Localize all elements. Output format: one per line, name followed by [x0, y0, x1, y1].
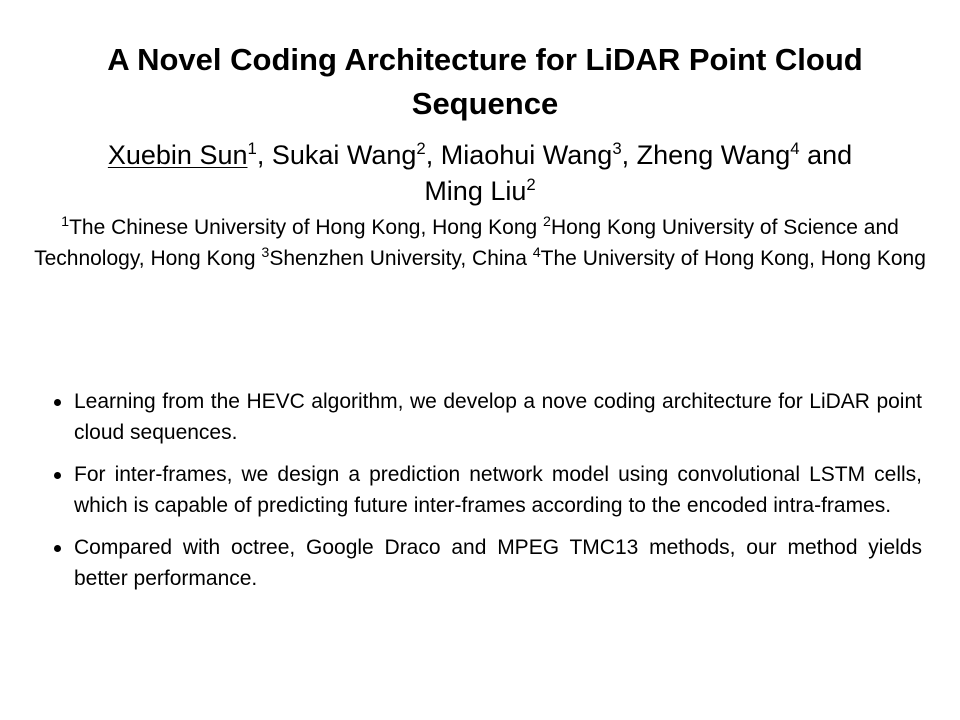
affiliation-mark: 1	[61, 214, 70, 230]
bullet-dot-icon	[54, 472, 61, 479]
bullet-text: For inter-frames, we design a prediction…	[74, 463, 922, 517]
bullet-item: Learning from the HEVC algorithm, we dev…	[48, 386, 922, 448]
bullet-item: Compared with octree, Google Draco and M…	[48, 532, 922, 594]
author-affiliation-mark: 4	[790, 139, 800, 158]
bullet-item: For inter-frames, we design a prediction…	[48, 459, 922, 521]
author-affiliation-mark: 2	[416, 139, 426, 158]
author-separator: and	[799, 140, 853, 170]
affiliation-mark: 4	[532, 245, 541, 261]
author-list: Xuebin Sun1, Sukai Wang2, Miaohui Wang3,…	[20, 137, 940, 209]
bullet-list: Learning from the HEVC algorithm, we dev…	[48, 386, 922, 605]
author: Ming Liu2	[424, 176, 535, 206]
affiliation-mark: 2	[543, 214, 551, 230]
bullet-text: Learning from the HEVC algorithm, we dev…	[74, 390, 922, 444]
page-title: A Novel Coding Architecture for LiDAR Po…	[107, 42, 863, 121]
author: Sukai Wang2	[272, 140, 426, 170]
affiliation-text: Shenzhen University, China	[269, 247, 533, 270]
author-name: Sukai Wang	[271, 140, 417, 170]
author-name: Miaohui Wang	[440, 140, 613, 170]
affiliation-text: The Chinese University of Hong Kong, Hon…	[69, 216, 544, 239]
author-separator: ,	[425, 140, 441, 170]
affiliation: 4The University of Hong Kong, Hong Kong	[532, 245, 926, 270]
affiliation-text: The University of Hong Kong, Hong Kong	[540, 247, 926, 270]
affiliation-list: 1The Chinese University of Hong Kong, Ho…	[14, 212, 946, 274]
affiliation: 3Shenzhen University, China	[261, 246, 533, 270]
author: Zheng Wang4	[637, 140, 800, 170]
author: Xuebin Sun1	[108, 140, 257, 170]
affiliation: 1The Chinese University of Hong Kong, Ho…	[61, 214, 544, 239]
bullet-text: Compared with octree, Google Draco and M…	[74, 536, 922, 590]
bullet-dot-icon	[54, 399, 61, 406]
bullet-dot-icon	[54, 545, 61, 552]
author-name: Xuebin Sun	[107, 140, 248, 170]
author-name: Ming Liu	[424, 176, 527, 206]
author-affiliation-mark: 3	[612, 139, 622, 158]
author-affiliation-mark: 1	[247, 139, 257, 158]
author-name: Zheng Wang	[636, 140, 791, 170]
author-separator: ,	[256, 140, 272, 170]
author: Miaohui Wang3	[441, 140, 622, 170]
author-affiliation-mark: 2	[526, 175, 536, 194]
author-separator: ,	[621, 140, 637, 170]
